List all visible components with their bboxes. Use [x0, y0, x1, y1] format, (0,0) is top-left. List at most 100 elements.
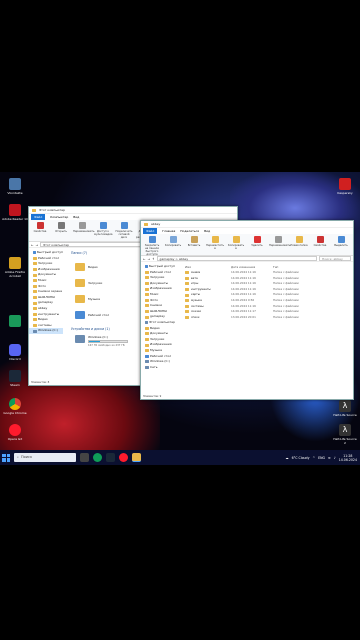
- downloads-folder-icon: [75, 279, 85, 287]
- explorer-window-abbey[interactable]: abbey Файл Главная Поделиться Вид Закреп…: [140, 220, 354, 400]
- rename-button[interactable]: Переименовать: [269, 236, 290, 253]
- left-nav-pane: Быстрый доступ Рабочий стол Загрузки Док…: [141, 264, 175, 370]
- folder-icon: [145, 338, 149, 342]
- video-folder-icon: [75, 263, 85, 271]
- folder-icon: [185, 293, 189, 297]
- left-nav-pane: Быстрый доступ Рабочий стол Загрузки Изо…: [29, 250, 63, 334]
- copy-button[interactable]: Копировать: [164, 236, 182, 253]
- nav-item[interactable]: Windows (C:): [29, 328, 63, 334]
- nav-item[interactable]: Сеть: [141, 365, 175, 371]
- delete-button[interactable]: Удалить: [248, 236, 266, 253]
- map-drive-button[interactable]: Подключить сетевой диск: [115, 222, 133, 239]
- drive-tile-c[interactable]: Windows (C:) 167 ГБ свободно из 237 ГБ: [75, 335, 128, 347]
- weather-icon[interactable]: ☁: [285, 456, 288, 460]
- media-access-button[interactable]: Доступ к мультимедиа: [94, 222, 113, 239]
- window-titlebar[interactable]: Этот компьютер: [29, 207, 237, 214]
- folder-icon: [33, 324, 37, 328]
- forward-arrow-icon[interactable]: →: [148, 257, 151, 261]
- desktop-icon-steam[interactable]: Steam: [2, 370, 28, 387]
- new-folder-button[interactable]: Новая папка: [290, 236, 308, 253]
- desktop-icon-opera[interactable]: Opera GX: [2, 424, 28, 441]
- folder-icon: [185, 271, 189, 275]
- folder-tile-downloads[interactable]: Загрузки: [75, 275, 135, 291]
- folder-tile-video[interactable]: Видео: [75, 259, 135, 275]
- pin-icon: [148, 236, 156, 243]
- folder-icon: [145, 332, 149, 336]
- clock[interactable]: 11:28 14.06.2024: [339, 454, 357, 462]
- desktop-icon-discord[interactable]: Discord: [2, 344, 28, 361]
- folder-icon: [145, 298, 149, 302]
- folder-icon: [185, 299, 189, 303]
- taskbar-search[interactable]: ⌕ Поиск: [14, 453, 76, 462]
- properties-button[interactable]: Свойства: [311, 236, 329, 253]
- open-button[interactable]: Открыть: [52, 222, 70, 239]
- rename-button[interactable]: Переименовать: [73, 222, 94, 239]
- weather-text[interactable]: 6°C Cloudy: [292, 456, 310, 460]
- search-input[interactable]: Поиск: abbey: [319, 256, 351, 261]
- start-button[interactable]: [2, 453, 10, 462]
- folder-icon: [145, 343, 149, 347]
- copy-to-button[interactable]: Копировать в: [227, 236, 245, 253]
- desktop-icon-chrome[interactable]: Google Chrome: [2, 398, 28, 415]
- discord-icon: [9, 344, 21, 356]
- desktop-icon-kaspersky[interactable]: Kaspersky: [332, 178, 358, 195]
- folder-icon: [185, 276, 189, 280]
- folder-icon: [33, 279, 37, 283]
- properties-button[interactable]: Свойства: [31, 222, 49, 239]
- chevron-up-icon[interactable]: ^: [312, 456, 315, 460]
- explorer-taskbar-icon[interactable]: [132, 453, 141, 462]
- folder-icon: [33, 296, 37, 300]
- folders-group-header[interactable]: Папки (7): [71, 251, 87, 255]
- tab-computer[interactable]: Компьютер: [50, 215, 68, 219]
- chrome-taskbar-icon[interactable]: [93, 453, 102, 462]
- desktop-icon-vk[interactable]: Vkontakte: [2, 178, 28, 195]
- half-life-icon: λ: [339, 400, 351, 412]
- desktop-icon-adobe-reader[interactable]: Adobe Reader 10: [2, 204, 28, 221]
- steam-icon: [9, 370, 21, 382]
- desktop-icon-half-life[interactable]: λ Half-Life Source: [332, 400, 358, 417]
- address-field[interactable]: gameplay > abbey: [156, 256, 317, 261]
- folder-icon: [33, 318, 37, 322]
- drive-icon: [145, 360, 149, 364]
- tab-home[interactable]: Главная: [162, 229, 175, 233]
- folder-icon: [185, 316, 189, 320]
- desktop-icon-half-life-2[interactable]: λ Half-Life Source 2: [332, 424, 358, 445]
- tab-view[interactable]: Вид: [73, 215, 79, 219]
- media-icon: [99, 222, 107, 229]
- paste-button[interactable]: Вставить: [185, 236, 203, 253]
- copy-icon: [169, 236, 177, 243]
- folder-icon: [33, 273, 37, 277]
- chrome-icon: [9, 398, 21, 410]
- check-icon: [36, 222, 44, 229]
- tab-file[interactable]: Файл: [31, 214, 46, 220]
- folder-icon: [145, 270, 149, 274]
- tab-share[interactable]: Поделиться: [180, 229, 199, 233]
- tab-file[interactable]: Файл: [143, 228, 158, 234]
- pin-quick-access-button[interactable]: Закрепить на панели быстрого доступа: [143, 236, 161, 256]
- drive-usage-fill: [89, 341, 101, 342]
- up-arrow-icon[interactable]: ↑: [152, 257, 155, 261]
- rename-icon: [78, 222, 86, 229]
- move-to-button[interactable]: Переместить в: [206, 236, 224, 253]
- volume-icon[interactable]: ♪: [334, 456, 336, 460]
- copy-to-icon: [232, 236, 240, 243]
- folder-tile-music[interactable]: Музыка: [75, 291, 135, 307]
- desktop-icon-acrobat[interactable]: Adobe Firefox Acrobat: [2, 257, 28, 278]
- back-arrow-icon[interactable]: ←: [143, 257, 146, 261]
- select-icon: [337, 236, 345, 243]
- desktop-icon-kaspersky-left[interactable]: [2, 315, 28, 328]
- language-indicator[interactable]: ENG: [318, 456, 325, 460]
- file-row[interactable]: спиок 13.06.2024 20:01 Папка с файлами: [185, 315, 351, 321]
- steam-taskbar-icon[interactable]: [106, 453, 115, 462]
- back-arrow-icon[interactable]: ←: [31, 243, 34, 247]
- tab-view[interactable]: Вид: [204, 229, 210, 233]
- wifi-icon[interactable]: ≋: [328, 456, 331, 460]
- select-button[interactable]: Выделить: [332, 236, 350, 253]
- forward-arrow-icon[interactable]: →: [36, 243, 39, 247]
- window-titlebar[interactable]: abbey: [141, 221, 353, 228]
- status-bar: Элементов: 9: [141, 394, 353, 399]
- devices-group-header[interactable]: Устройства и диски (1): [71, 327, 110, 331]
- folder-tile-desktop[interactable]: Рабочий стол: [75, 307, 135, 323]
- task-view-icon[interactable]: [80, 453, 89, 462]
- opera-taskbar-icon[interactable]: [119, 453, 128, 462]
